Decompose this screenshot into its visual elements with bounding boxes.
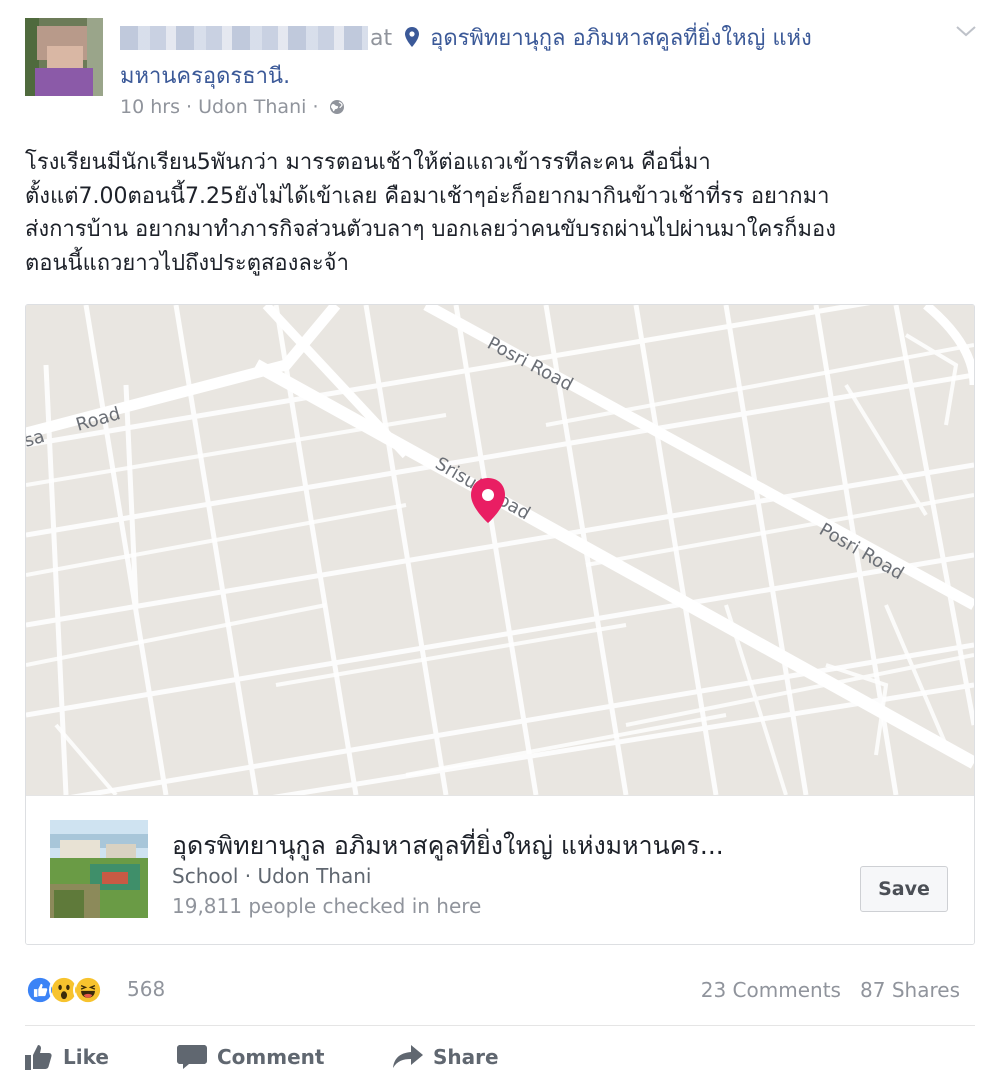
comments-count[interactable]: 23 Comments (701, 978, 841, 1002)
place-card[interactable]: Posri Road Srisuk Road Posri Road Road s… (25, 304, 975, 945)
comment-label: Comment (217, 1045, 325, 1069)
divider (25, 1025, 975, 1026)
reaction-count[interactable]: 568 (127, 977, 165, 1001)
place-thumbnail[interactable] (50, 820, 148, 918)
haha-reaction-icon (73, 975, 103, 1005)
post-text-line: ส่งการบ้าน อยากมาทำภารกิจส่วนตัวบลาๆ บอก… (25, 217, 836, 242)
comment-button[interactable]: Comment (177, 1040, 324, 1074)
map[interactable]: Posri Road Srisuk Road Posri Road Road s… (26, 305, 974, 795)
post-text-line: ตอนนี้แถวยาวไปถึงประตูสองละจ้า (25, 250, 349, 276)
place-name[interactable]: อุดรพิทยานุกูล อภิมหาสคูลที่ยิ่งใหญ่ แห่… (172, 826, 724, 866)
post-place[interactable]: Udon Thani (198, 96, 306, 118)
like-button[interactable]: Like (25, 1040, 109, 1074)
post-stats: 23 Comments 87 Shares (701, 978, 960, 1002)
like-label: Like (63, 1045, 109, 1069)
share-button[interactable]: Share (393, 1040, 499, 1074)
save-button[interactable]: Save (860, 866, 948, 912)
location-link-continued[interactable]: มหานครอุดรธานี. (120, 58, 290, 93)
post-time[interactable]: 10 hrs (120, 96, 180, 118)
chevron-down-icon[interactable] (955, 24, 977, 38)
facebook-post: at อุดรพิทยานุกูล อภิมหาสคูลที่ยิ่งใหญ่ … (0, 0, 1000, 1088)
post-text-line: ตั้งแต่7.00ตอนนี้7.25ยังไม่ได้เข้าเลย คื… (25, 183, 830, 209)
header-location-line: at อุดรพิทยานุกูล อภิมหาสคูลที่ยิ่งใหญ่ … (370, 20, 812, 55)
location-link[interactable]: อุดรพิทยานุกูล อภิมหาสคูลที่ยิ่งใหญ่ แห่… (430, 26, 812, 51)
share-label: Share (433, 1045, 499, 1069)
place-category: School · Udon Thani (172, 864, 372, 888)
thumbs-up-icon (25, 1045, 52, 1070)
at-label: at (370, 26, 393, 51)
post-text-line: โรงเรียนมีนักเรียน5พันกว่า มารรตอนเช้าให… (25, 150, 711, 175)
shares-count[interactable]: 87 Shares (860, 978, 960, 1002)
post-meta: 10 hrs · Udon Thani · (120, 96, 345, 118)
place-info: อุดรพิทยานุกูล อภิมหาสคูลที่ยิ่งใหญ่ แห่… (26, 795, 974, 944)
author-name-blurred[interactable] (120, 26, 368, 50)
post-text: โรงเรียนมีนักเรียน5พันกว่า มารรตอนเช้าให… (25, 146, 985, 280)
share-icon (393, 1045, 423, 1068)
location-pin-icon (405, 27, 420, 47)
comment-icon (177, 1045, 207, 1069)
place-checkins: 19,811 people checked in here (172, 894, 482, 918)
globe-icon[interactable] (329, 99, 345, 115)
avatar[interactable] (25, 18, 103, 96)
